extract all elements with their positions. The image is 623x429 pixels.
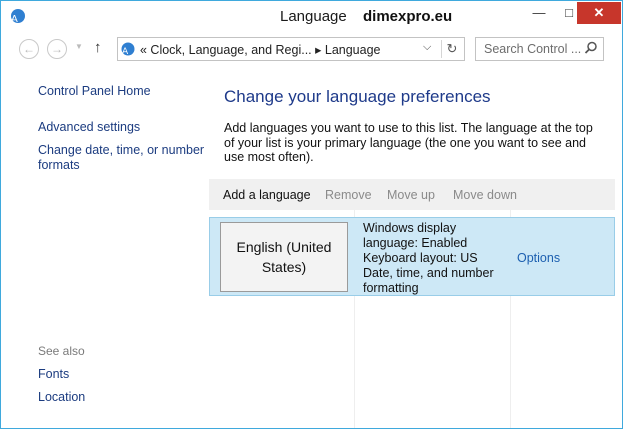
forward-button[interactable]: → [47, 39, 67, 59]
control-panel-icon: A [121, 42, 135, 57]
breadcrumb[interactable]: « Clock, Language, and Regi... ▸ Languag… [140, 42, 380, 57]
back-button[interactable]: ← [19, 39, 39, 59]
title-bar: A Language dimexpro.eu — □ ✕ [1, 1, 622, 31]
watermark: dimexpro.eu [363, 8, 453, 25]
minimize-icon: — [532, 5, 546, 20]
display-language-status: Windows display language: Enabled [363, 221, 468, 250]
window-title: Language [280, 8, 347, 25]
address-bar[interactable]: A « Clock, Language, and Regi... ▸ Langu… [117, 37, 465, 61]
up-arrow-icon: ↑ [94, 39, 102, 56]
see-also-label: See also [38, 344, 85, 358]
address-dropdown-icon[interactable]: ⌵ [423, 41, 431, 54]
add-language-button[interactable]: Add a language [223, 188, 311, 202]
page-description: Add languages you want to use to this li… [224, 121, 593, 164]
language-name-button[interactable]: English (United States) [220, 222, 348, 292]
navigation-bar: ← → ▼ ↑ A « Clock, Language, and Regi...… [1, 33, 622, 65]
refresh-button[interactable]: ↻ [441, 40, 462, 58]
close-button[interactable]: ✕ [577, 2, 621, 24]
language-details: Windows display language: Enabled Keyboa… [363, 221, 503, 296]
page-title: Change your language preferences [224, 87, 491, 106]
minimize-button[interactable]: — [525, 2, 553, 24]
remove-button[interactable]: Remove [325, 188, 372, 202]
advanced-settings-link[interactable]: Advanced settings [38, 120, 140, 134]
search-box[interactable]: Search Control ... [475, 37, 604, 61]
recent-locations-button[interactable]: ▼ [75, 42, 83, 51]
refresh-icon: ↻ [446, 41, 458, 56]
formatting-status: Date, time, and number formatting [363, 266, 494, 295]
fonts-link[interactable]: Fonts [38, 367, 69, 381]
options-link[interactable]: Options [517, 251, 560, 265]
control-panel-window: A Language dimexpro.eu — □ ✕ ← → ▼ ↑ A «… [0, 0, 623, 429]
forward-arrow-icon: → [51, 42, 63, 56]
location-link[interactable]: Location [38, 390, 85, 404]
svg-text:A: A [11, 14, 18, 25]
svg-text:A: A [122, 47, 129, 57]
close-icon: ✕ [593, 5, 605, 20]
language-app-icon: A [11, 9, 25, 25]
move-up-button[interactable]: Move up [387, 188, 435, 202]
language-list-item[interactable]: English (United States) Windows display … [209, 217, 615, 296]
chevron-down-icon: ▼ [75, 42, 83, 51]
back-arrow-icon: ← [23, 42, 35, 56]
search-icon[interactable] [584, 41, 598, 55]
change-date-time-formats-link[interactable]: Change date, time, or number formats [38, 143, 213, 173]
up-button[interactable]: ↑ [94, 39, 102, 56]
move-down-button[interactable]: Move down [453, 188, 517, 202]
control-panel-home-link[interactable]: Control Panel Home [38, 84, 151, 98]
keyboard-layout-status: Keyboard layout: US [363, 251, 478, 265]
search-input[interactable]: Search Control ... [484, 42, 581, 56]
language-toolbar: Add a language Remove Move up Move down [209, 179, 615, 210]
maximize-icon: □ [565, 5, 573, 20]
